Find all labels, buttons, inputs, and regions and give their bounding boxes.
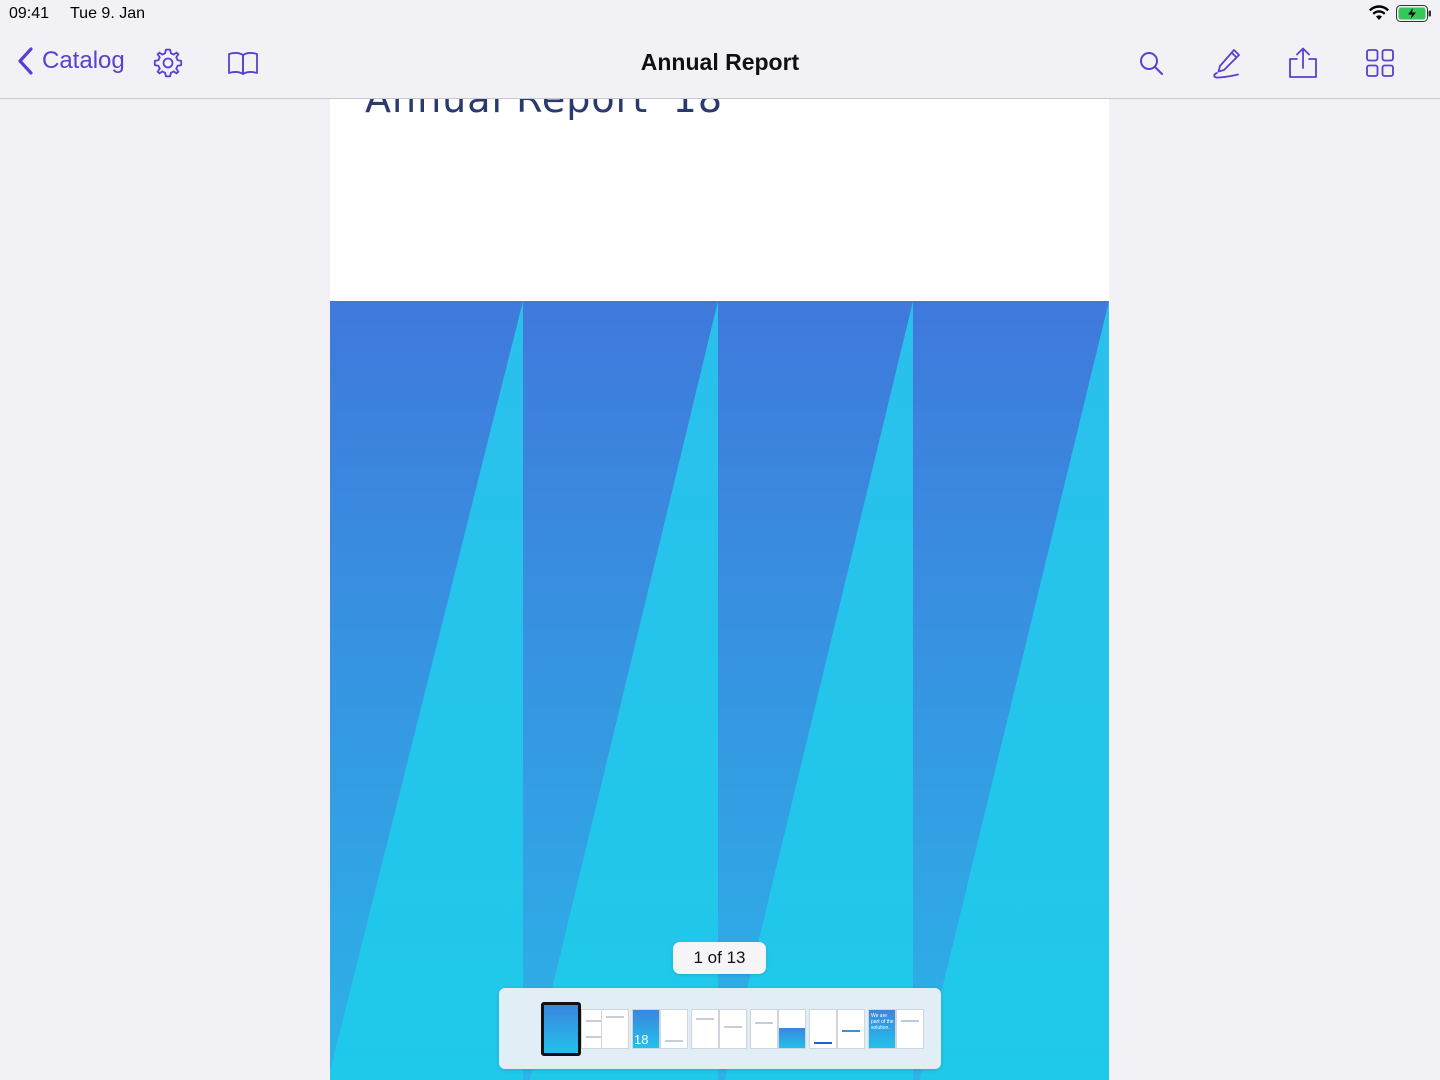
thumbnail-page-12[interactable]: We are part of the solution. — [868, 1009, 896, 1049]
search-icon — [1140, 52, 1163, 75]
thumbnail-cover — [544, 1005, 578, 1053]
status-bar: 09:41 Tue 9. Jan — [0, 0, 1440, 28]
thumbnail-line — [665, 1040, 683, 1042]
thumbnail-page-4[interactable]: 18 — [632, 1009, 660, 1049]
share-button[interactable] — [1286, 46, 1320, 80]
thumbnail-strip[interactable]: 18 We are part of the solution. — [499, 988, 941, 1069]
thumbnail-page-9[interactable] — [778, 1009, 806, 1049]
thumbnail-line — [842, 1030, 860, 1032]
thumbnail-line — [606, 1016, 624, 1018]
document-header-text: Annual Report '18 — [365, 99, 724, 121]
thumbnail-label: 18 — [634, 1032, 649, 1047]
thumbnail-page-8[interactable] — [750, 1009, 778, 1049]
thumbnail-line — [755, 1022, 773, 1024]
grid-icon — [1366, 49, 1394, 77]
status-date: Tue 9. Jan — [70, 5, 146, 22]
pen-annotate-icon — [1213, 49, 1240, 79]
status-time: 09:41 — [9, 5, 50, 22]
thumbnail-line — [696, 1018, 714, 1020]
search-button[interactable] — [1134, 46, 1168, 80]
thumbnail-page-6[interactable] — [691, 1009, 719, 1049]
share-icon — [1289, 47, 1317, 78]
thumbnail-label: We are part of the solution. — [871, 1013, 894, 1031]
thumbnail-cover — [779, 1028, 805, 1048]
thumbnail-page-10[interactable] — [809, 1009, 837, 1049]
document-page[interactable]: Annual Report '18 — [330, 99, 1109, 1080]
thumbnail-page-3[interactable] — [601, 1009, 629, 1049]
document-header: Annual Report '18 — [330, 99, 1109, 301]
grid-view-button[interactable] — [1363, 46, 1397, 80]
thumbnail-page-11[interactable] — [837, 1009, 865, 1049]
thumbnail-line — [724, 1026, 742, 1028]
thumbnail-line — [901, 1020, 919, 1022]
thumbnail-page-1[interactable] — [541, 1002, 581, 1056]
wifi-icon — [1369, 5, 1389, 20]
battery-charging-icon — [1396, 5, 1431, 22]
thumbnail-page-5[interactable] — [660, 1009, 688, 1049]
thumbnail-page-7[interactable] — [719, 1009, 747, 1049]
annotate-button[interactable] — [1210, 46, 1244, 80]
thumbnail-page-13[interactable] — [896, 1009, 924, 1049]
thumbnail-line — [814, 1042, 832, 1044]
page-indicator: 1 of 13 — [673, 942, 766, 974]
navigation-bar: Catalog Annual Report — [0, 28, 1440, 99]
